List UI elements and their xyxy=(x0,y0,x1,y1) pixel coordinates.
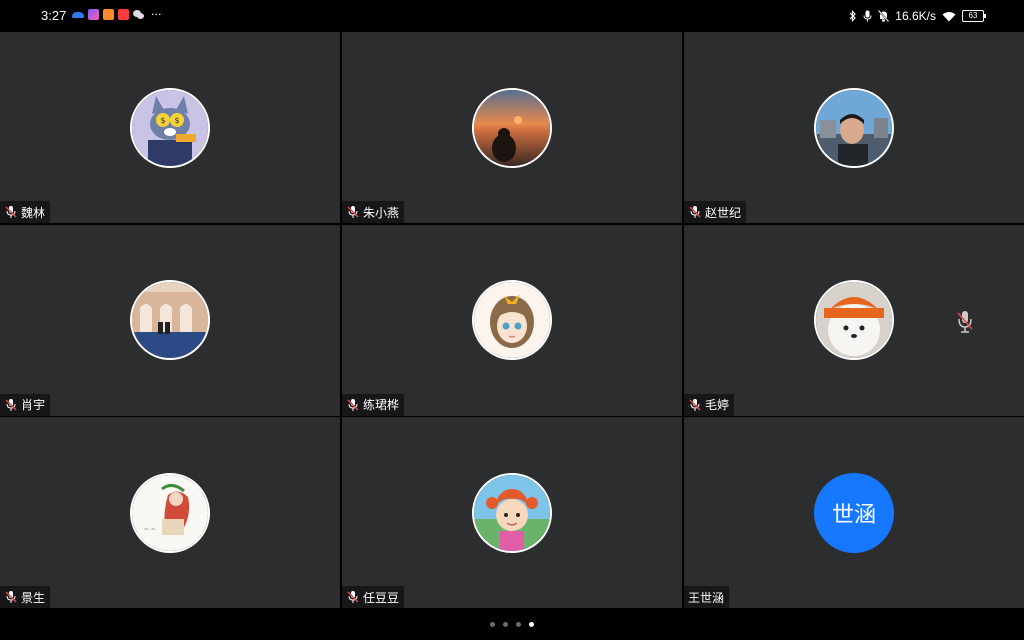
participant-name: 朱小燕 xyxy=(363,205,400,220)
page-dot-active[interactable] xyxy=(529,621,534,627)
notification-icons: ··· xyxy=(72,9,162,20)
text-avatar: 世涵 xyxy=(814,472,894,553)
svg-text:$: $ xyxy=(160,116,165,125)
participant-tile[interactable]: 朱小燕 xyxy=(342,32,682,223)
mute-notification-icon xyxy=(878,10,890,22)
muted-mic-icon xyxy=(5,591,17,603)
page-dot[interactable] xyxy=(516,621,521,627)
battery-icon: 63 xyxy=(962,10,986,22)
battery-level: 63 xyxy=(968,11,978,20)
page-dot[interactable] xyxy=(490,621,495,627)
participant-name-tag: 朱小燕 xyxy=(342,201,405,223)
anime-girl-avatar xyxy=(472,280,552,360)
red-app-icon xyxy=(118,9,129,20)
participant-name-tag: 赵世纪 xyxy=(684,201,747,223)
muted-mic-icon xyxy=(347,591,359,603)
participant-name-tag: 魏林 xyxy=(0,201,51,223)
app-icon xyxy=(88,9,99,20)
participant-name-tag: 练珺桦 xyxy=(342,393,405,416)
muted-mic-icon xyxy=(957,310,973,333)
video-app-icon xyxy=(103,9,114,20)
participant-tile[interactable]: 毛婷 xyxy=(684,224,1024,416)
participant-name-tag: 任豆豆 xyxy=(342,586,405,608)
muted-mic-icon xyxy=(5,398,17,411)
muted-mic-icon xyxy=(347,206,359,218)
participant-tile[interactable]: 任豆豆 xyxy=(342,417,682,608)
muted-mic-icon xyxy=(689,398,701,411)
participant-name-tag: 王世涵 xyxy=(684,586,730,608)
network-speed: 16.6K/s xyxy=(895,9,936,23)
dog-photo-avatar xyxy=(814,280,894,360)
cloud-icon xyxy=(72,11,84,18)
page-indicator[interactable] xyxy=(0,608,1024,640)
status-bar: 3:27 ··· 16.6K/s 63 xyxy=(0,0,1024,32)
participant-name: 赵世纪 xyxy=(705,205,742,220)
svg-text:$: $ xyxy=(174,116,179,125)
wechat-icon xyxy=(133,10,145,19)
participant-tile[interactable]: 世涵 王世涵 xyxy=(684,417,1024,608)
muted-mic-icon xyxy=(5,206,17,218)
page-dot[interactable] xyxy=(503,621,508,627)
microphone-icon xyxy=(863,10,872,22)
participant-name: 魏林 xyxy=(21,205,46,220)
illustration-avatar: ~ ~ xyxy=(130,472,210,553)
participant-name: 任豆豆 xyxy=(363,590,400,605)
sunset-photo-avatar xyxy=(472,87,552,168)
participant-name-tag: 肖宇 xyxy=(0,393,51,416)
muted-mic-icon xyxy=(347,398,359,411)
participant-name: 景生 xyxy=(21,590,46,605)
svg-text:~ ~: ~ ~ xyxy=(144,526,156,533)
participant-tile[interactable]: 肖宇 xyxy=(0,224,340,416)
cat-cartoon-avatar: $ $ xyxy=(130,87,210,168)
man-photo-avatar xyxy=(814,87,894,168)
participant-tile[interactable]: 赵世纪 xyxy=(684,32,1024,223)
participant-name-tag: 毛婷 xyxy=(684,393,735,416)
participant-tile[interactable]: 练珺桦 xyxy=(342,224,682,416)
participant-tile[interactable]: $ $ 魏林 xyxy=(0,32,340,223)
participant-name: 肖宇 xyxy=(21,398,46,412)
participant-name: 练珺桦 xyxy=(363,398,400,412)
building-photo-avatar xyxy=(130,280,210,360)
system-status: 16.6K/s 63 xyxy=(849,8,986,24)
cartoon-girl-avatar xyxy=(472,472,552,553)
wifi-icon xyxy=(942,11,956,22)
bluetooth-icon xyxy=(849,10,857,22)
participant-name: 毛婷 xyxy=(705,398,730,412)
muted-mic-icon xyxy=(689,206,701,218)
participant-name-tag: 景生 xyxy=(0,586,51,608)
participant-grid: $ $ 魏林 朱小燕 赵世纪 肖宇 练珺桦 毛婷 ~ ~ 景生 任豆豆 世涵 王… xyxy=(0,32,1024,608)
more-icon: ··· xyxy=(151,7,162,21)
clock: 3:27 xyxy=(41,8,67,23)
participant-tile[interactable]: ~ ~ 景生 xyxy=(0,417,340,608)
participant-name: 王世涵 xyxy=(688,590,725,605)
